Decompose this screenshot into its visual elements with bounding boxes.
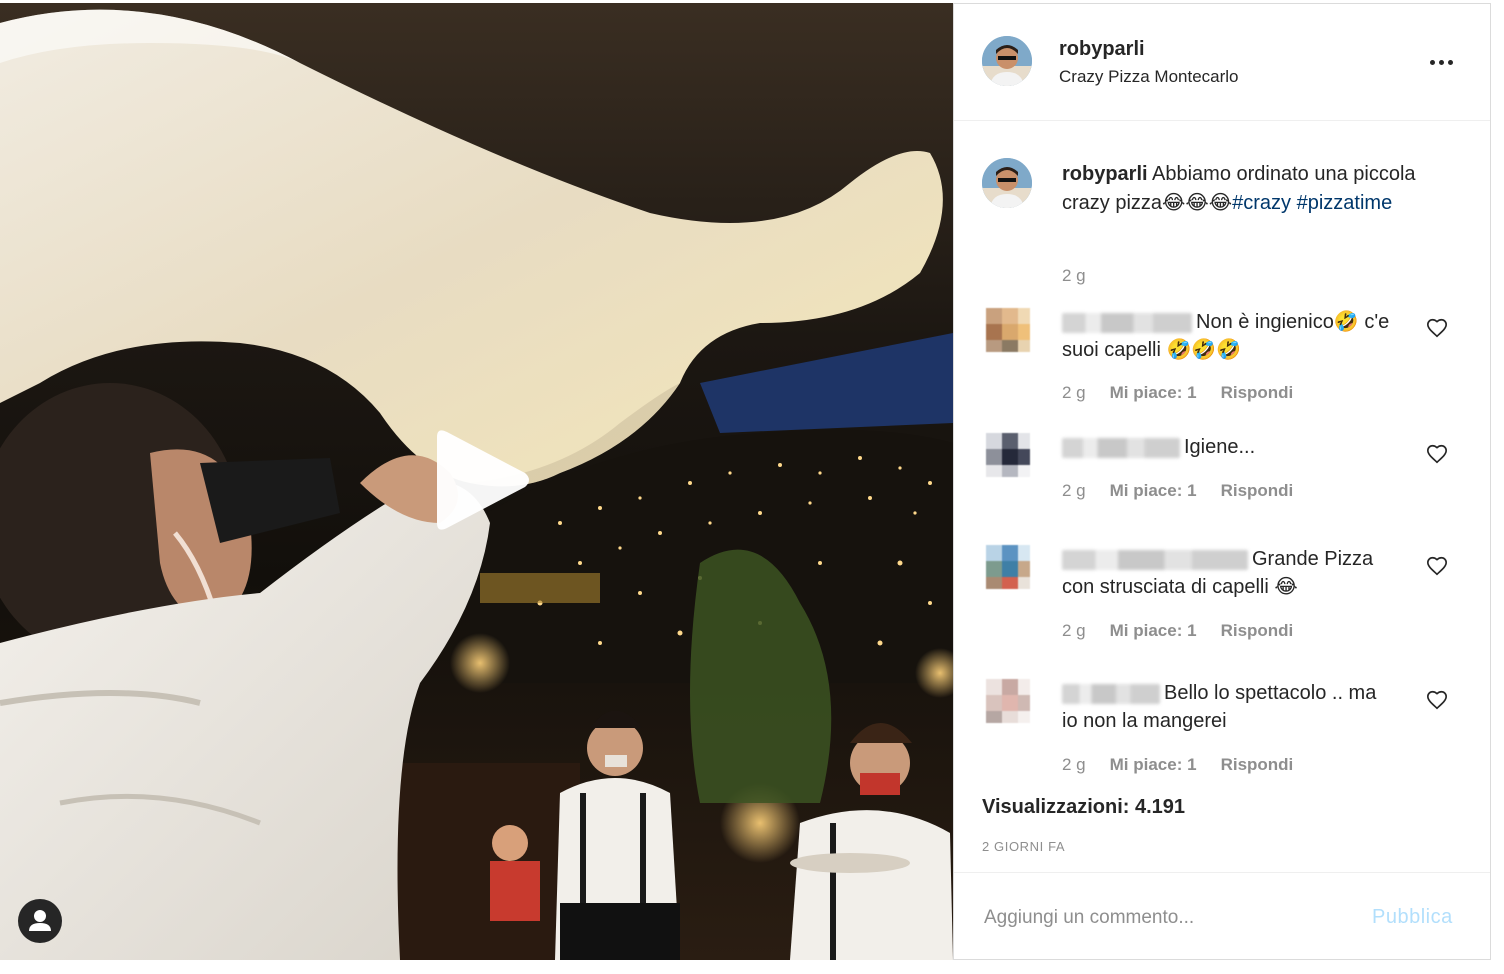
comment-timestamp[interactable]: 2 g (1062, 383, 1086, 402)
comment-text: Non è ingienico🤣 c'e suoi capelli 🤣🤣🤣 (1062, 308, 1392, 364)
hashtag-link[interactable]: #pizzatime (1297, 192, 1393, 214)
comment-username-redacted[interactable] (1062, 549, 1248, 570)
heart-icon[interactable] (1426, 555, 1448, 577)
avatar[interactable] (982, 304, 1034, 356)
post-side-panel: robyparli Crazy Pizza Montecarlo robypar… (953, 3, 1491, 960)
heart-icon[interactable] (1426, 317, 1448, 339)
caption-username[interactable]: robyparli (1062, 163, 1148, 185)
comment-input[interactable] (982, 903, 1346, 933)
avatar[interactable] (982, 429, 1034, 481)
comment-meta: 2 g Mi piace: 1 Rispondi (1062, 481, 1317, 501)
post-author-username[interactable]: robyparli (1059, 38, 1145, 61)
post-header: robyparli Crazy Pizza Montecarlo (954, 4, 1490, 121)
caption-text: robyparli Abbiamo ordinato una piccola c… (1062, 160, 1442, 218)
publish-button[interactable]: Pubblica (1372, 906, 1453, 929)
comment-username-redacted[interactable] (1062, 683, 1160, 704)
user-icon (29, 910, 51, 931)
add-comment-bar: Pubblica (954, 872, 1490, 961)
more-options-button[interactable] (1424, 50, 1460, 74)
comment-likes[interactable]: Mi piace: 1 (1110, 481, 1197, 500)
comment-body: Igiene... (1184, 436, 1256, 458)
view-count[interactable]: Visualizzazioni: 4.191 (982, 796, 1185, 819)
avatar[interactable] (982, 36, 1032, 86)
comment-text: Bello lo spettacolo .. ma io non la mang… (1062, 679, 1392, 735)
avatar[interactable] (982, 158, 1032, 208)
play-button[interactable] (425, 425, 535, 535)
comment-likes[interactable]: Mi piace: 1 (1110, 755, 1197, 774)
heart-icon[interactable] (1426, 689, 1448, 711)
post-location[interactable]: Crazy Pizza Montecarlo (1059, 67, 1239, 87)
comment-timestamp[interactable]: 2 g (1062, 621, 1086, 640)
heart-icon[interactable] (1426, 443, 1448, 465)
avatar[interactable] (982, 675, 1034, 727)
reply-button[interactable]: Rispondi (1221, 755, 1294, 774)
tagged-users-button[interactable] (18, 899, 62, 943)
comment-meta: 2 g Mi piace: 1 Rispondi (1062, 621, 1317, 641)
comment-timestamp[interactable]: 2 g (1062, 755, 1086, 774)
play-icon (437, 430, 529, 530)
comment-meta: 2 g Mi piace: 1 Rispondi (1062, 755, 1317, 775)
comment-likes[interactable]: Mi piace: 1 (1110, 383, 1197, 402)
comment-likes[interactable]: Mi piace: 1 (1110, 621, 1197, 640)
comment-meta: 2 g Mi piace: 1 Rispondi (1062, 383, 1317, 403)
hashtag-link[interactable]: #crazy (1232, 192, 1291, 214)
comment-username-redacted[interactable] (1062, 437, 1180, 458)
comment-timestamp[interactable]: 2 g (1062, 481, 1086, 500)
comment-username-redacted[interactable] (1062, 312, 1192, 333)
caption-timestamp[interactable]: 2 g (1062, 266, 1086, 286)
comment-text: Grande Pizza con strusciata di capelli 😂 (1062, 545, 1392, 601)
reply-button[interactable]: Rispondi (1221, 383, 1294, 402)
comment-text: Igiene... (1062, 433, 1392, 461)
reply-button[interactable]: Rispondi (1221, 621, 1294, 640)
post-video[interactable] (0, 3, 953, 960)
reply-button[interactable]: Rispondi (1221, 481, 1294, 500)
post-date[interactable]: 2 GIORNI FA (982, 839, 1065, 854)
avatar[interactable] (982, 541, 1034, 593)
